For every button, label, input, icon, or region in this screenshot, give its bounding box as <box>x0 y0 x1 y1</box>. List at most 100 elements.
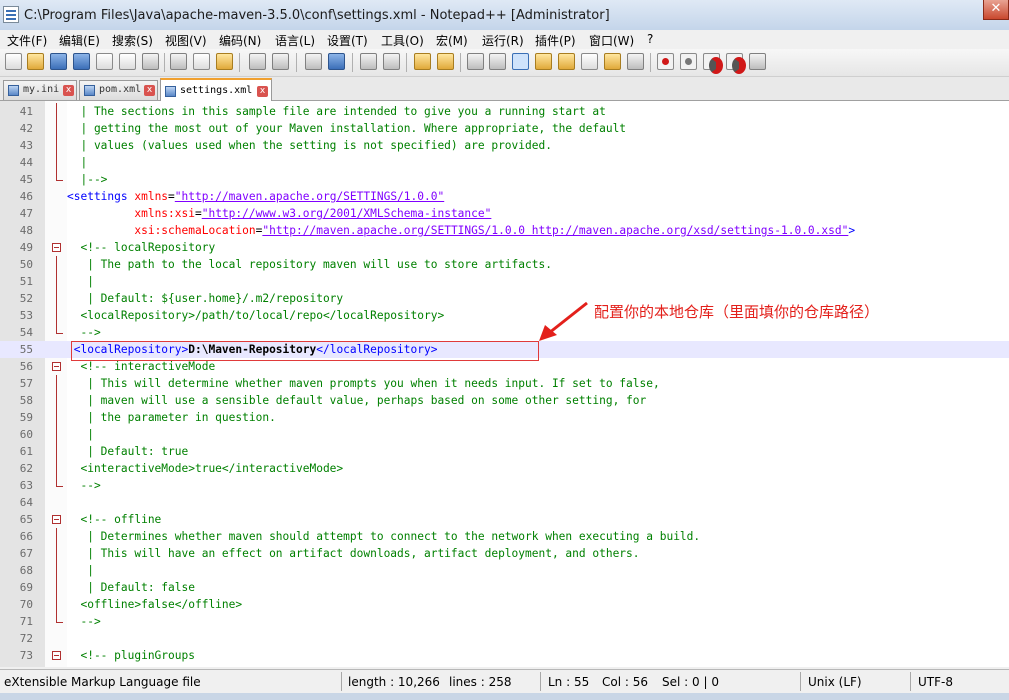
menu-search[interactable]: 搜索(S) <box>112 32 153 49</box>
folder-as-workspace-icon[interactable] <box>581 53 598 70</box>
sync-v-icon[interactable] <box>414 53 431 70</box>
fold-guide <box>56 528 57 545</box>
menu-settings[interactable]: 设置(T) <box>327 32 368 49</box>
status-encoding[interactable]: UTF-8 <box>918 675 953 689</box>
tab-settings-xml[interactable]: settings.xml x <box>160 78 272 101</box>
close-icon[interactable] <box>96 53 113 70</box>
line-text: | <box>67 156 88 169</box>
status-separator <box>800 672 801 691</box>
menu-language[interactable]: 语言(L) <box>275 32 315 49</box>
copy-icon[interactable] <box>193 53 210 70</box>
paste-icon[interactable] <box>216 53 233 70</box>
tab-bar: my.ini x pom.xml x settings.xml x <box>0 77 1009 101</box>
code-line: 41 | The sections in this sample file ar… <box>0 103 1009 120</box>
tab-close-icon[interactable]: x <box>257 86 268 97</box>
save-macro-icon[interactable] <box>749 53 766 70</box>
status-selection: Sel : 0 | 0 <box>662 675 719 689</box>
status-line-number: Ln : 55 <box>548 675 590 689</box>
close-all-icon[interactable] <box>119 53 136 70</box>
code-line: 42 | getting the most out of your Maven … <box>0 120 1009 137</box>
menu-window[interactable]: 窗口(W) <box>589 32 634 49</box>
file-saved-icon <box>8 85 19 96</box>
status-eol[interactable]: Unix (LF) <box>808 675 862 689</box>
tab-label: settings.xml <box>180 85 253 96</box>
line-number: 69 <box>19 581 33 594</box>
menu-run[interactable]: 运行(R) <box>482 32 524 49</box>
code-line: 44 | <box>0 154 1009 171</box>
code-line: 68 | <box>0 562 1009 579</box>
line-text: | the parameter in question. <box>67 411 276 424</box>
play-macro-icon[interactable] <box>703 53 723 74</box>
line-text: |--> <box>67 173 108 186</box>
fold-toggle-icon[interactable] <box>52 651 61 660</box>
tab-pom-xml[interactable]: pom.xml x <box>79 80 158 100</box>
fold-guide <box>56 443 57 460</box>
folder-icon[interactable] <box>604 53 621 70</box>
save-all-icon[interactable] <box>73 53 90 70</box>
line-text: --> <box>67 326 101 339</box>
tab-close-icon[interactable]: x <box>144 85 155 96</box>
status-length: length : 10,266 <box>348 675 440 689</box>
fold-guide <box>56 545 57 562</box>
sync-h-icon[interactable] <box>437 53 454 70</box>
fold-toggle-icon[interactable] <box>52 362 61 371</box>
print-icon[interactable] <box>142 53 159 70</box>
zoom-out-icon[interactable] <box>383 53 400 70</box>
run-macro-multiple-icon[interactable] <box>726 53 746 74</box>
fold-toggle-icon[interactable] <box>52 515 61 524</box>
fold-guide <box>56 307 57 324</box>
menu-view[interactable]: 视图(V) <box>165 32 207 49</box>
line-text: xsi:schemaLocation="http://maven.apache.… <box>67 222 855 239</box>
line-number: 44 <box>19 156 33 169</box>
line-text: | maven will use a sensible default valu… <box>67 394 647 407</box>
new-file-icon[interactable] <box>5 53 22 70</box>
stop-record-icon[interactable] <box>680 53 697 70</box>
line-number: 58 <box>19 394 33 407</box>
zoom-in-icon[interactable] <box>360 53 377 70</box>
code-line: 57 | This will determine whether maven p… <box>0 375 1009 392</box>
code-line: 71 --> <box>0 613 1009 630</box>
word-wrap-icon[interactable] <box>467 53 484 70</box>
doc-map-icon[interactable] <box>535 53 552 70</box>
code-line: 61 | Default: true <box>0 443 1009 460</box>
line-number: 42 <box>19 122 33 135</box>
code-line: 64 <box>0 494 1009 511</box>
replace-icon[interactable] <box>328 53 345 70</box>
menu-macro[interactable]: 宏(M) <box>436 32 468 49</box>
monitor-icon[interactable] <box>627 53 644 70</box>
menu-tools[interactable]: 工具(O) <box>381 32 424 49</box>
line-number: 56 <box>19 360 33 373</box>
line-text: | This will have an effect on artifact d… <box>67 547 640 560</box>
save-icon[interactable] <box>50 53 67 70</box>
line-number: 71 <box>19 615 33 628</box>
open-file-icon[interactable] <box>27 53 44 70</box>
menu-plugins[interactable]: 插件(P) <box>535 32 576 49</box>
cut-icon[interactable] <box>170 53 187 70</box>
line-text: | getting the most out of your Maven ins… <box>67 122 627 135</box>
code-line: 66 | Determines whether maven should att… <box>0 528 1009 545</box>
menu-encoding[interactable]: 编码(N) <box>219 32 261 49</box>
undo-icon[interactable] <box>249 53 266 70</box>
line-text: | The sections in this sample file are i… <box>67 105 606 118</box>
file-saved-icon <box>84 85 95 96</box>
record-macro-icon[interactable] <box>657 53 674 70</box>
status-column: Col : 56 <box>602 675 648 689</box>
toolbar-separator <box>460 53 461 72</box>
tab-close-icon[interactable]: x <box>63 85 74 96</box>
indent-guide-icon[interactable] <box>512 53 529 70</box>
menu-file[interactable]: 文件(F) <box>7 32 47 49</box>
status-separator <box>341 672 342 691</box>
function-list-icon[interactable] <box>558 53 575 70</box>
show-all-chars-icon[interactable] <box>489 53 506 70</box>
find-icon[interactable] <box>305 53 322 70</box>
line-number: 61 <box>19 445 33 458</box>
redo-icon[interactable] <box>272 53 289 70</box>
menu-help[interactable]: ? <box>647 32 653 46</box>
menu-edit[interactable]: 编辑(E) <box>59 32 100 49</box>
toolbar <box>0 49 1009 77</box>
code-editor[interactable]: 41 | The sections in this sample file ar… <box>0 101 1009 667</box>
fold-toggle-icon[interactable] <box>52 243 61 252</box>
tab-my-ini[interactable]: my.ini x <box>3 80 77 100</box>
window-close-button[interactable]: ✕ <box>983 0 1009 20</box>
xml-equals: = <box>168 190 175 203</box>
